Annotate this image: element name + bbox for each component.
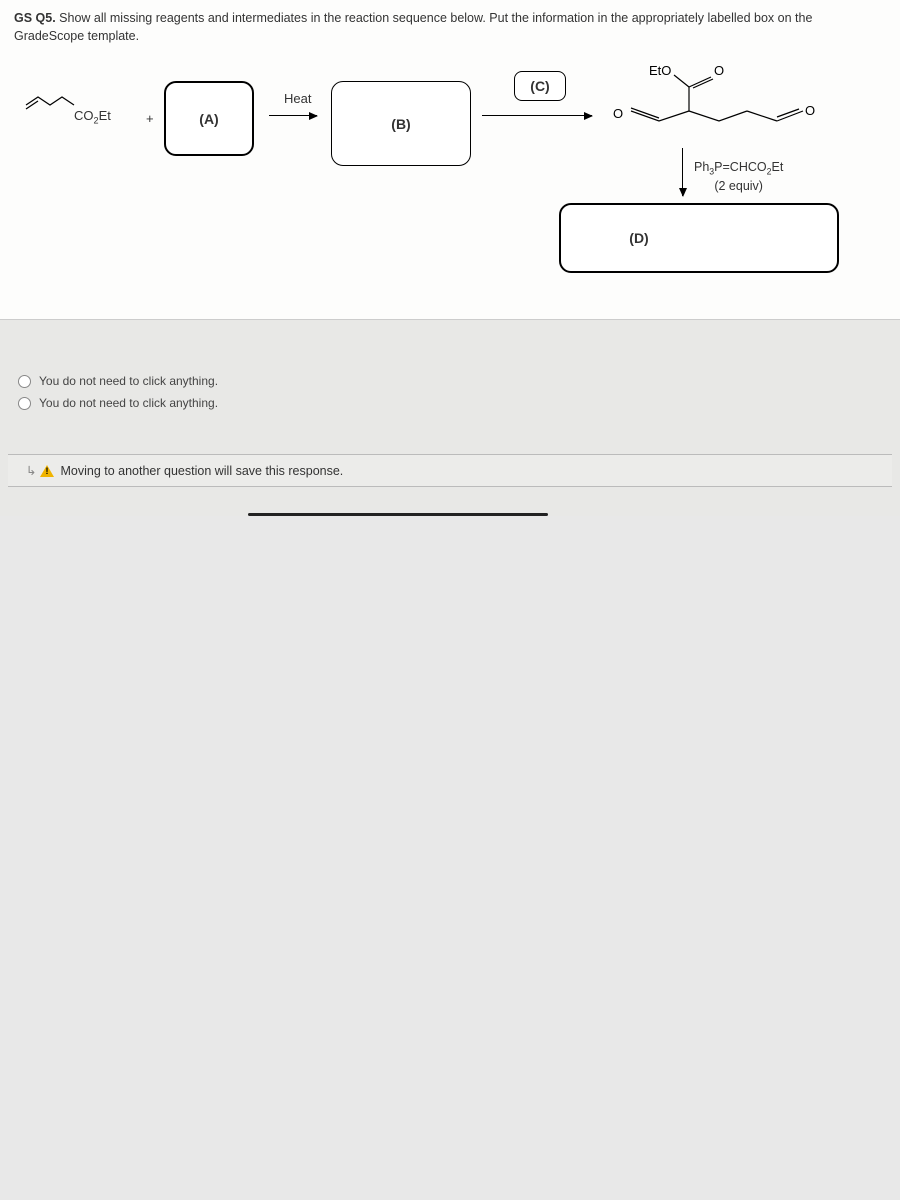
options-list: You do not need to click anything. You d… — [8, 366, 892, 418]
question-id: GS Q5. — [14, 11, 56, 25]
reaction-diagram: CO2Et + (A) Heat (B) (C) EtO O O — [14, 63, 886, 293]
eto-label: EtO — [649, 63, 671, 78]
plus-sign: + — [146, 111, 154, 126]
radio-icon[interactable] — [18, 397, 31, 410]
box-b-label: (B) — [391, 116, 410, 132]
scrollbar-horizontal[interactable] — [8, 513, 892, 516]
box-a-label: (A) — [199, 111, 218, 127]
formula-part: Et — [99, 108, 111, 123]
arrow-down-icon — [682, 148, 683, 196]
answer-options-zone: You do not need to click anything. You d… — [0, 320, 900, 516]
formula-part: P=CHCO — [714, 160, 766, 174]
warning-text: Moving to another question will save thi… — [60, 464, 343, 478]
reactant-formula: CO2Et — [74, 108, 111, 126]
box-c-label: (C) — [530, 78, 549, 94]
formula-part: Ph — [694, 160, 709, 174]
reagent-equiv: (2 equiv) — [714, 179, 763, 193]
option-row[interactable]: You do not need to click anything. — [12, 392, 886, 414]
option-label: You do not need to click anything. — [39, 374, 218, 388]
formula-part: CO — [74, 108, 94, 123]
nav-arrow-icon: ↳ — [26, 463, 36, 478]
heat-label: Heat — [284, 91, 311, 106]
warning-bar: ↳ Moving to another question will save t… — [8, 454, 892, 487]
product-structure-icon: EtO O O O — [609, 63, 819, 138]
box-a: (A) — [164, 81, 254, 156]
question-panel: GS Q5. Show all missing reagents and int… — [0, 0, 900, 320]
box-b: (B) — [331, 81, 471, 166]
box-d-label: (D) — [629, 230, 648, 246]
arrow-icon — [269, 115, 317, 116]
warning-icon — [40, 465, 54, 477]
reagent-label: Ph3P=CHCO2Et (2 equiv) — [694, 159, 783, 195]
o-label: O — [613, 106, 623, 121]
o-label: O — [805, 103, 815, 118]
radio-icon[interactable] — [18, 375, 31, 388]
option-row[interactable]: You do not need to click anything. — [12, 370, 886, 392]
product-structure: EtO O O O — [609, 63, 819, 143]
arrow-icon — [482, 115, 592, 116]
formula-part: Et — [772, 160, 784, 174]
option-label: You do not need to click anything. — [39, 396, 218, 410]
scrollbar-thumb[interactable] — [248, 513, 548, 516]
question-prompt: Show all missing reagents and intermedia… — [14, 11, 812, 43]
reactant-structure-icon — [24, 91, 76, 117]
question-header: GS Q5. Show all missing reagents and int… — [14, 10, 886, 45]
o-label: O — [714, 63, 724, 78]
box-d: (D) — [559, 203, 839, 273]
box-c: (C) — [514, 71, 566, 101]
